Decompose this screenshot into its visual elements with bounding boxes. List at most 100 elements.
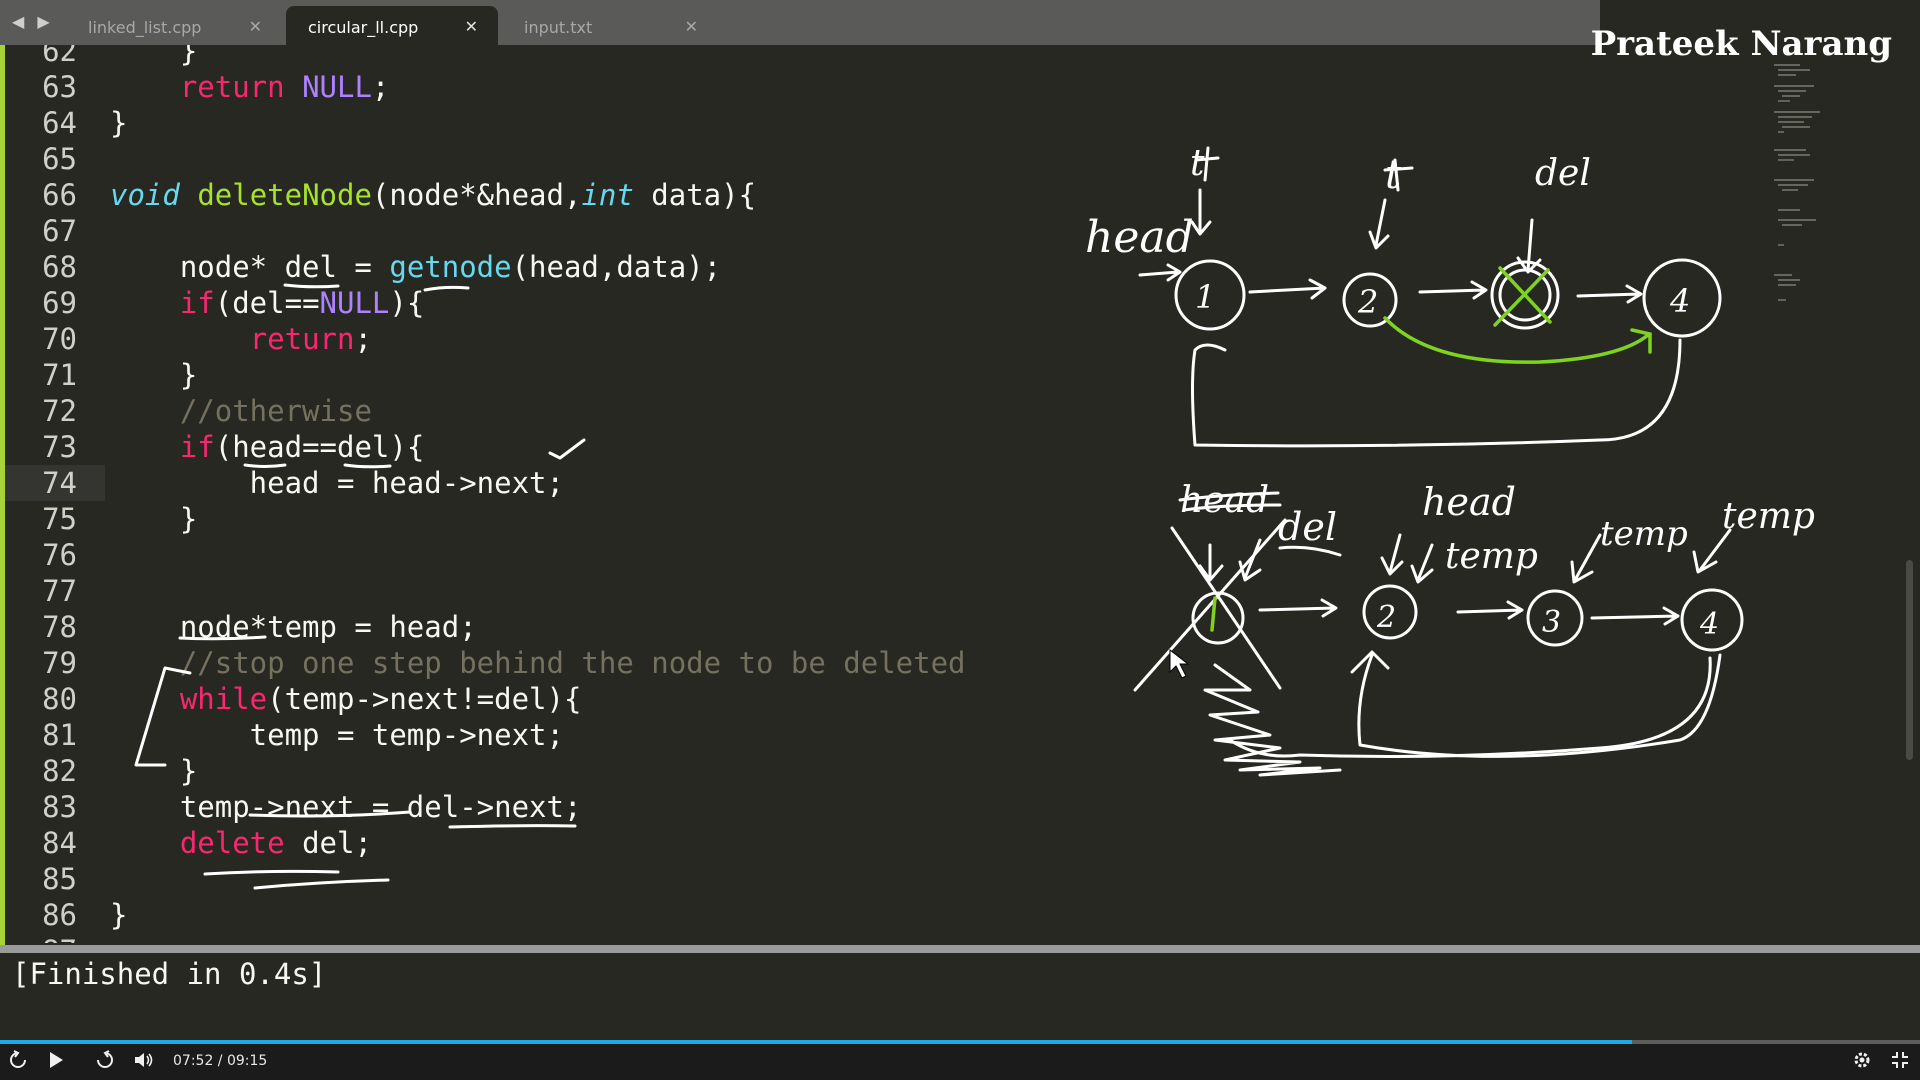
tab-circular-ll[interactable]: circular_ll.cpp ✕ bbox=[286, 6, 498, 45]
replay-icon[interactable] bbox=[8, 1050, 28, 1070]
code-text: //otherwise bbox=[179, 394, 372, 428]
code-text: if(head==del){ bbox=[179, 430, 425, 464]
tab-input-txt[interactable]: input.txt ✕ bbox=[502, 6, 718, 45]
close-icon[interactable]: ✕ bbox=[685, 17, 698, 36]
line-number: 77 bbox=[42, 574, 77, 608]
code-line-78[interactable]: 78 node*temp = head; bbox=[5, 609, 1005, 645]
code-line-80[interactable]: 80 while(temp->next!=del){ bbox=[5, 681, 1005, 717]
code-text: while(temp->next!=del){ bbox=[179, 682, 582, 716]
line-number: 78 bbox=[42, 610, 77, 644]
minimap[interactable] bbox=[1770, 60, 1840, 330]
tab-label: linked_list.cpp bbox=[88, 18, 202, 37]
code-line-67[interactable]: 67 bbox=[5, 213, 1005, 249]
code-line-74[interactable]: 74 head = head->next; bbox=[5, 465, 564, 501]
code-text: node*temp = head; bbox=[110, 610, 477, 644]
line-number: 83 bbox=[42, 790, 77, 824]
line-number: 66 bbox=[42, 178, 77, 212]
video-time: 07:52 / 09:15 bbox=[173, 1053, 268, 1069]
forward-icon[interactable] bbox=[95, 1050, 115, 1070]
code-line-85[interactable]: 85 bbox=[5, 861, 1005, 897]
code-line-79[interactable]: 79 //stop one step behind the node to be… bbox=[5, 645, 1005, 681]
code-text: } bbox=[110, 106, 128, 140]
code-line-75[interactable]: 75 } bbox=[5, 501, 1005, 537]
code-line-66[interactable]: 66 void deleteNode(node*&head,int data){ bbox=[5, 177, 1005, 213]
build-output-text: [Finished in 0.4s] bbox=[12, 957, 327, 991]
code-line-73[interactable]: 73 if(head==del){ bbox=[5, 429, 1005, 465]
line-number: 76 bbox=[42, 538, 77, 572]
code-text: node* del = getnode(head,data); bbox=[110, 250, 722, 284]
code-line-86[interactable]: 86} bbox=[5, 897, 1005, 933]
settings-icon[interactable] bbox=[1852, 1050, 1872, 1070]
tab-label: circular_ll.cpp bbox=[308, 18, 419, 37]
exit-fullscreen-icon[interactable] bbox=[1890, 1050, 1910, 1070]
code-line-62[interactable]: 62 } bbox=[5, 45, 1005, 69]
code-line-77[interactable]: 77 bbox=[5, 573, 1005, 609]
line-number: 64 bbox=[42, 106, 77, 140]
line-number: 65 bbox=[42, 142, 77, 176]
line-number: 73 bbox=[42, 430, 77, 464]
code-text: } bbox=[110, 358, 198, 392]
volume-icon[interactable] bbox=[133, 1050, 155, 1070]
code-text: void deleteNode(node*&head,int data){ bbox=[110, 178, 757, 212]
code-line-63[interactable]: 63 return NULL; bbox=[5, 69, 1005, 105]
code-line-65[interactable]: 65 bbox=[5, 141, 1005, 177]
close-icon[interactable]: ✕ bbox=[249, 17, 262, 36]
code-text: //stop one step behind the node to be de… bbox=[179, 646, 966, 680]
line-number: 80 bbox=[42, 682, 77, 716]
code-text: return NULL; bbox=[179, 70, 390, 104]
tab-linked-list[interactable]: linked_list.cpp ✕ bbox=[66, 6, 282, 45]
code-line-68[interactable]: 68 node* del = getnode(head,data); bbox=[5, 249, 1005, 285]
close-icon[interactable]: ✕ bbox=[465, 17, 478, 36]
output-panel: [Finished in 0.4s] bbox=[0, 953, 1920, 1043]
play-icon[interactable] bbox=[46, 1050, 66, 1070]
code-line-81[interactable]: 81 temp = temp->next; bbox=[5, 717, 1005, 753]
line-number: 72 bbox=[42, 394, 77, 428]
tab-nav-arrows-icon[interactable]: ◀ ▶ bbox=[12, 12, 54, 31]
tab-label: input.txt bbox=[524, 18, 593, 37]
ink-label-temp-3: temp bbox=[1722, 496, 1815, 537]
line-number: 84 bbox=[42, 826, 77, 860]
code-text: temp->next = del->next; bbox=[110, 790, 582, 824]
line-number: 75 bbox=[42, 502, 77, 536]
code-text: if(del==NULL){ bbox=[179, 286, 425, 320]
line-number: 62 bbox=[42, 45, 77, 68]
line-number: 79 bbox=[42, 646, 77, 680]
code-line-83[interactable]: 83 temp->next = del->next; bbox=[5, 789, 1005, 825]
ink-node-4: 4 bbox=[1669, 282, 1690, 320]
code-text: } bbox=[110, 502, 198, 536]
code-line-84[interactable]: 84 delete del; bbox=[5, 825, 1005, 861]
scrollbar[interactable] bbox=[1906, 560, 1913, 760]
line-number: 70 bbox=[42, 322, 77, 356]
line-number: 86 bbox=[42, 898, 77, 932]
line-number: 74 bbox=[42, 466, 77, 500]
line-number: 68 bbox=[42, 250, 77, 284]
line-number: 81 bbox=[42, 718, 77, 752]
code-text: head = head->next; bbox=[110, 466, 564, 500]
player-controls: 07:52 / 09:15 bbox=[0, 1044, 1920, 1080]
line-number: 71 bbox=[42, 358, 77, 392]
code-line-70[interactable]: 70 return; bbox=[5, 321, 1005, 357]
line-number: 87 bbox=[5, 933, 77, 943]
code-line-76[interactable]: 76 bbox=[5, 537, 1005, 573]
line-number: 85 bbox=[42, 862, 77, 896]
code-editor[interactable]: 62 } 63 return NULL; 64} 65 66 void deleteNod… bbox=[5, 45, 1600, 943]
ink-node-b4: 4 bbox=[1699, 607, 1719, 642]
code-line-72[interactable]: 72 //otherwise bbox=[5, 393, 1005, 429]
code-text: return; bbox=[249, 322, 372, 356]
code-text: } bbox=[110, 898, 128, 932]
code-text: } bbox=[110, 754, 198, 788]
line-number: 67 bbox=[42, 214, 77, 248]
code-line-71[interactable]: 71 } bbox=[5, 357, 1005, 393]
tab-bar: ◀ ▶ linked_list.cpp ✕ circular_ll.cpp ✕ … bbox=[0, 0, 1600, 45]
line-number: 82 bbox=[42, 754, 77, 788]
author-watermark: Prateek Narang bbox=[1590, 24, 1892, 64]
line-number: 69 bbox=[42, 286, 77, 320]
code-text: temp = temp->next; bbox=[110, 718, 564, 752]
panel-divider[interactable] bbox=[0, 945, 1920, 953]
code-line-64[interactable]: 64} bbox=[5, 105, 1005, 141]
code-line-69[interactable]: 69 if(del==NULL){ bbox=[5, 285, 1005, 321]
line-number: 63 bbox=[42, 70, 77, 104]
code-line-82[interactable]: 82 } bbox=[5, 753, 1005, 789]
ink-label-temp-2: temp bbox=[1600, 514, 1688, 554]
code-line-87[interactable]: 87 bbox=[5, 933, 1005, 943]
